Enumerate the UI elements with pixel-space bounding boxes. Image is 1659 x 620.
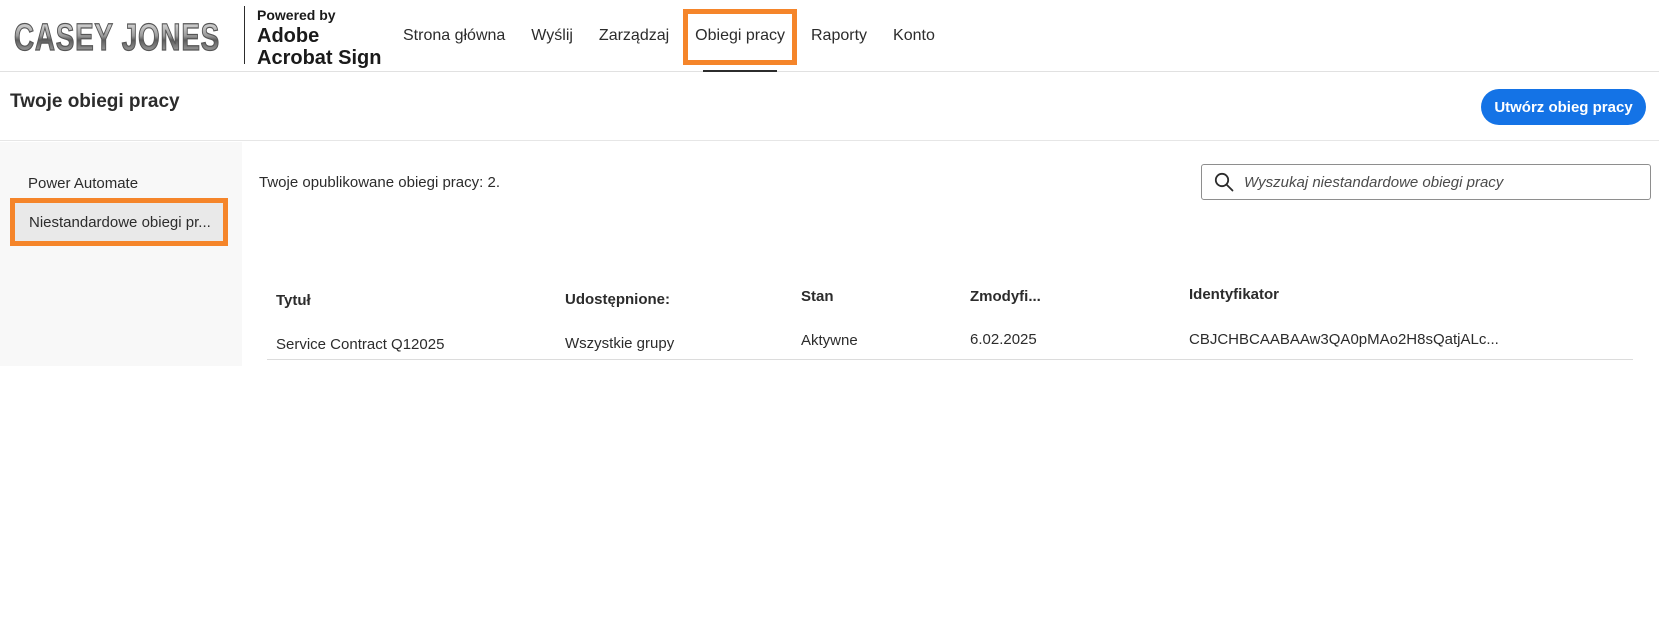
nav-account[interactable]: Konto: [880, 0, 948, 72]
nav-manage-label: Zarządzaj: [598, 27, 670, 44]
nav-account-label: Konto: [893, 27, 935, 44]
sidebar-item-label: Niestandardowe obiegi pr...: [29, 213, 211, 231]
sidebar: Power Automate Niestandardowe obiegi pr.…: [0, 142, 242, 366]
cell-modified: 6.02.2025: [970, 331, 1037, 348]
nav-manage[interactable]: Zarządzaj: [586, 0, 682, 72]
logo-divider: [244, 6, 245, 64]
column-header-shared[interactable]: Udostępnione:: [565, 291, 670, 308]
column-header-title[interactable]: Tytuł: [276, 292, 311, 309]
product-name-line2: Acrobat Sign: [257, 47, 382, 69]
page-titlebar: Twoje obiegi pracy Utwórz obieg pracy: [0, 72, 1659, 141]
nav-reports-label: Raporty: [811, 27, 868, 44]
sidebar-item-custom-workflows[interactable]: Niestandardowe obiegi pr...: [10, 198, 228, 246]
column-header-status[interactable]: Stan: [801, 288, 834, 305]
main-nav: Strona główna Wyślij Zarządzaj Obiegi pr…: [390, 0, 948, 72]
cell-status: Aktywne: [801, 332, 858, 349]
published-count: Twoje opublikowane obiegi pracy: 2.: [259, 174, 500, 191]
column-header-id[interactable]: Identyfikator: [1189, 286, 1279, 303]
cell-id: CBJCHBCAABAAw3QA0pMAo2H8sQatjALc...: [1189, 331, 1499, 348]
product-name-line1: Adobe: [257, 25, 320, 47]
sidebar-item-label: Power Automate: [28, 174, 139, 192]
casey-jones-logo[interactable]: CASEY JONES: [12, 14, 224, 59]
search-box[interactable]: [1201, 164, 1651, 200]
nav-send-label: Wyślij: [531, 27, 573, 44]
row-divider: [267, 359, 1633, 360]
column-header-modified[interactable]: Zmodyfi...: [970, 288, 1041, 305]
powered-by-label: Powered by: [257, 7, 336, 23]
cell-title: Service Contract Q12025: [276, 336, 445, 353]
nav-reports[interactable]: Raporty: [798, 0, 880, 72]
logo-text: CASEY JONES: [14, 17, 220, 58]
search-icon: [1214, 172, 1234, 192]
create-workflow-button[interactable]: Utwórz obieg pracy: [1481, 89, 1646, 125]
nav-workflows-label: Obiegi pracy: [695, 27, 785, 44]
powered-by-adobe: Powered by Adobe Acrobat Sign: [257, 8, 381, 69]
search-input[interactable]: [1244, 173, 1644, 191]
sidebar-item-power-automate[interactable]: Power Automate: [14, 164, 222, 202]
nav-workflows[interactable]: Obiegi pracy: [682, 0, 798, 72]
nav-home[interactable]: Strona główna: [390, 0, 518, 72]
nav-send[interactable]: Wyślij: [518, 0, 586, 72]
nav-home-label: Strona główna: [403, 27, 506, 44]
cell-shared: Wszystkie grupy: [565, 335, 675, 352]
app-header: CASEY JONES Powered by Adobe Acrobat Sig…: [0, 0, 1659, 72]
page-title: Twoje obiegi pracy: [10, 91, 180, 112]
